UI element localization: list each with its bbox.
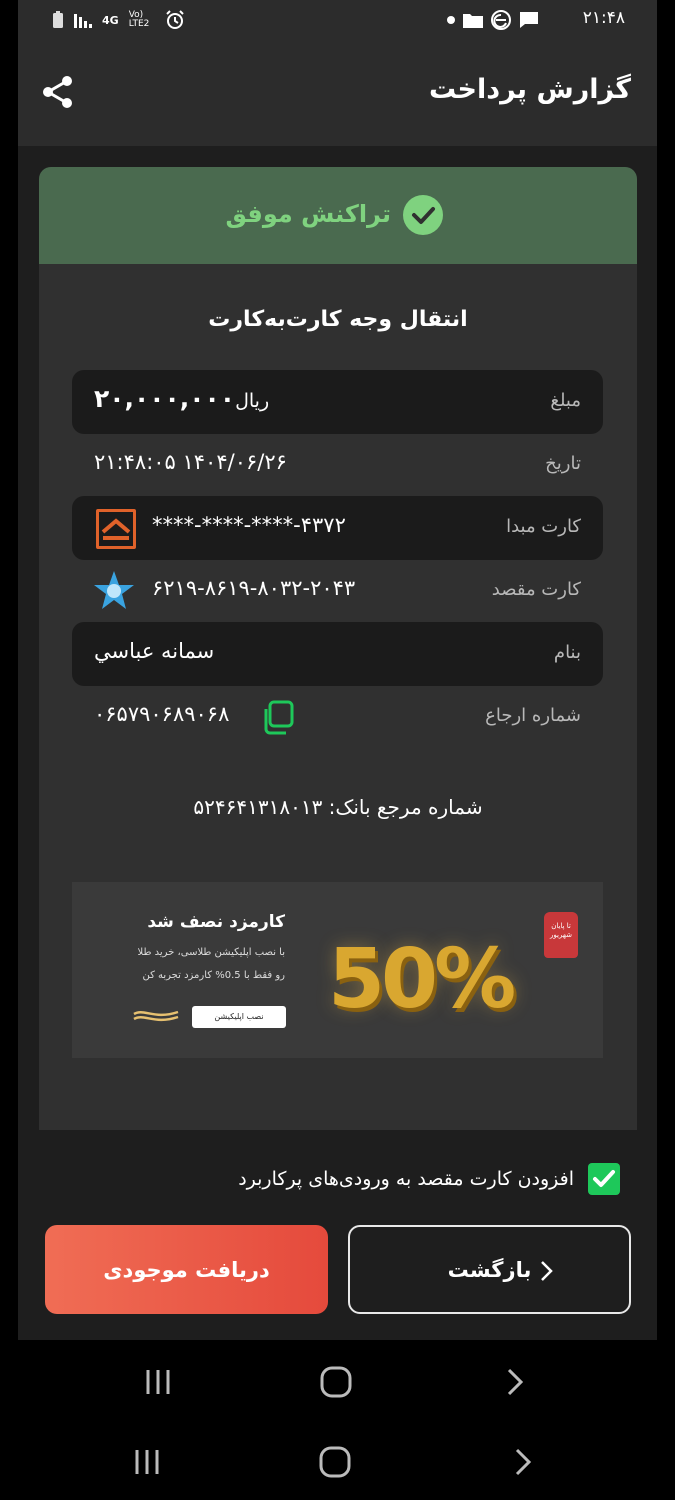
network-type: 4G	[102, 13, 119, 27]
volte-indicator: Vo) LTE2	[128, 10, 150, 29]
get-balance-label: دریافت موجودی	[103, 1257, 270, 1282]
reference-number: ۰۶۵۷۹۰۶۸۹۰۶۸	[94, 702, 230, 726]
source-bank-icon	[96, 509, 136, 549]
folder-icon	[463, 14, 483, 28]
promo-percent: 50%	[328, 932, 516, 1027]
amount-row: مبلغ ریال۲۰,۰۰۰,۰۰۰	[72, 370, 603, 434]
talasi-logo-icon	[133, 1010, 179, 1022]
back-nav-icon-2[interactable]	[505, 1444, 541, 1480]
status-bar: 4G Vo) LTE2 ۲۱:۴۸	[18, 0, 657, 44]
browser-icon	[491, 10, 511, 30]
back-label: بازگشت	[447, 1257, 532, 1282]
status-time: ۲۱:۴۸	[582, 8, 625, 28]
battery-icon	[53, 11, 63, 28]
get-balance-button[interactable]: دریافت موجودی	[45, 1225, 328, 1314]
favorite-checkbox[interactable]	[588, 1163, 620, 1195]
success-check-icon	[403, 195, 443, 235]
recents-icon[interactable]	[140, 1364, 176, 1400]
promo-line-1: با نصب اپلیکیشن طلاسی، خرید طلا	[137, 947, 286, 958]
checkmark-icon	[593, 1170, 615, 1187]
amount-value-group: ریال۲۰,۰۰۰,۰۰۰	[94, 384, 279, 413]
source-card-row: کارت مبدا ****-****-****-۴۳۷۲	[72, 496, 603, 560]
app-bar: گزارش پرداخت	[18, 44, 657, 146]
bank-reference: شماره مرجع بانک: ۵۲۴۶۴۱۳۱۸۰۱۳	[193, 795, 483, 819]
destination-card-number: ۶۲۱۹-۸۶۱۹-۸۰۳۲-۲۰۴۳	[152, 576, 356, 600]
transaction-status: تراکنش موفق	[225, 200, 391, 228]
source-card-number: ****-****-****-۴۳۷۲	[152, 513, 346, 537]
favorite-checkbox-label: افزودن کارت مقصد به ورودی‌های پرکاربرد	[238, 1168, 574, 1190]
dot-icon	[447, 16, 455, 24]
signal-icon	[74, 14, 92, 28]
promo-install-button[interactable]: نصب اپلیکیشن	[192, 1006, 286, 1028]
status-right-icons	[447, 10, 539, 30]
destination-card-row: کارت مقصد ۶۲۱۹-۸۶۱۹-۸۰۳۲-۲۰۴۳	[72, 559, 603, 623]
home-icon-2[interactable]	[317, 1444, 353, 1480]
recents-icon-2[interactable]	[129, 1444, 165, 1480]
source-card-label: کارت مبدا	[506, 516, 581, 537]
destination-bank-icon	[92, 569, 136, 613]
receipt-card: تراکنش موفق انتقال وجه کارت‌به‌کارت مبلغ…	[39, 167, 637, 1130]
share-button[interactable]	[40, 74, 76, 110]
destination-card-label: کارت مقصد	[491, 579, 581, 600]
status-left-icons: 4G Vo) LTE2	[52, 10, 185, 30]
message-icon	[520, 12, 538, 28]
alarm-icon	[165, 10, 184, 29]
date-row: تاریخ ۲۱:۴۸:۰۵ ۱۴۰۴/۰۶/۲۶	[72, 433, 603, 497]
amount-unit: ریال	[235, 390, 270, 412]
date-value: ۲۱:۴۸:۰۵ ۱۴۰۴/۰۶/۲۶	[94, 450, 287, 474]
system-nav-bar-1	[0, 1340, 675, 1420]
promo-tag: تا پایان شهریور	[544, 912, 578, 958]
page-title: گزارش پرداخت	[428, 74, 631, 105]
share-icon	[43, 76, 72, 108]
amount-label: مبلغ	[550, 390, 581, 411]
date-label: تاریخ	[545, 453, 581, 474]
promo-line-2: رو فقط با 0.5% کارمزد تجربه کن	[142, 970, 285, 981]
recipient-name: سمانه عباسي	[94, 639, 215, 663]
amount-value: ۲۰,۰۰۰,۰۰۰	[94, 384, 236, 413]
back-button[interactable]: بازگشت	[348, 1225, 631, 1314]
promo-banner[interactable]: کارمزد نصف شد با نصب اپلیکیشن طلاسی، خری…	[72, 882, 603, 1058]
home-icon[interactable]	[318, 1364, 354, 1400]
transfer-title: انتقال وجه کارت‌به‌کارت	[208, 307, 468, 332]
promo-title: کارمزد نصف شد	[147, 912, 285, 932]
reference-row: شماره ارجاع ۰۶۵۷۹۰۶۸۹۰۶۸	[72, 685, 603, 749]
chevron-right-icon	[541, 1261, 553, 1281]
name-label: بنام	[553, 642, 581, 663]
back-nav-icon[interactable]	[497, 1364, 533, 1400]
copy-icon[interactable]	[258, 699, 296, 737]
reference-label: شماره ارجاع	[485, 705, 581, 726]
system-nav-bar-2	[0, 1420, 675, 1500]
favorite-checkbox-row[interactable]: افزودن کارت مقصد به ورودی‌های پرکاربرد	[238, 1162, 620, 1196]
status-banner: تراکنش موفق	[39, 167, 637, 264]
name-row: بنام سمانه عباسي	[72, 622, 603, 686]
